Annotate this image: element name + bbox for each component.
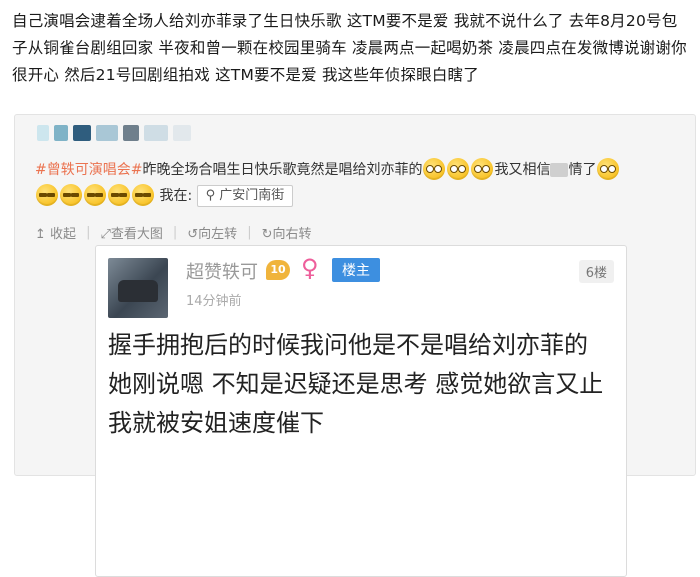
screenshot-card[interactable]: 超赞轶可 10 ♀ 楼主 6楼 14分钟前 握手拥抱后的时候我问他是不是唱给刘亦…: [95, 245, 627, 577]
floor-badge: 6楼: [578, 260, 614, 283]
blurred-text: [550, 163, 569, 177]
topic-link[interactable]: #曾轶可演唱会#: [35, 162, 142, 178]
blurred-username: [37, 125, 191, 141]
rotate-left-icon: ↺: [187, 227, 199, 242]
cry-emoji-icon: [60, 184, 82, 206]
rotate-right-button[interactable]: ↻向右转: [252, 223, 322, 242]
location-name: 广安门南街: [219, 188, 285, 203]
female-icon: ♀: [301, 254, 319, 282]
shocked-emoji-icon: [471, 158, 494, 180]
cry-emoji-icon: [36, 184, 58, 206]
post-time: 14分钟前: [186, 294, 242, 309]
repost-text: #曾轶可演唱会#昨晚全场合唱生日快乐歌竟然是唱给刘亦菲的 我又相信 情了 我在: ⚲…: [35, 157, 685, 209]
shocked-emoji-icon: [423, 158, 446, 180]
image-actions: ↥ 收起 | ⤢查看大图 | ↺向左转 | ↻向右转: [35, 223, 322, 242]
pin-icon: ⚲: [205, 188, 216, 203]
repost-box: #曾轶可演唱会#昨晚全场合唱生日快乐歌竟然是唱给刘亦菲的 我又相信 情了 我在: ⚲…: [14, 114, 696, 577]
view-large-button[interactable]: ⤢查看大图: [90, 223, 172, 242]
cry-emoji-icon: [132, 184, 154, 206]
collapse-button[interactable]: ↥ 收起: [35, 223, 86, 242]
expand-icon: ⤢: [100, 227, 111, 242]
shocked-emoji-icon: [447, 158, 470, 180]
location-chip[interactable]: ⚲ 广安门南街: [196, 185, 294, 207]
owner-badge: 楼主: [332, 258, 380, 282]
cry-emoji-icon: [108, 184, 130, 206]
card-username[interactable]: 超赞轶可: [186, 258, 258, 284]
rotate-right-icon: ↻: [261, 227, 273, 242]
rotate-left-button[interactable]: ↺向左转: [177, 223, 247, 242]
repost-text-part1: 昨晚全场合唱生日快乐歌竟然是唱给刘亦菲的: [142, 162, 423, 178]
arrow-up-icon: ↥: [35, 227, 46, 242]
repost-text-part2: 我又相信: [494, 162, 551, 178]
cry-emoji-icon: [84, 184, 106, 206]
avatar[interactable]: [108, 258, 168, 318]
card-body-text: 握手拥抱后的时候我问他是不是唱给刘亦菲的 她刚说嗯 不知是迟疑还是思考 感觉她欲…: [108, 331, 604, 437]
post-text: 自己演唱会逮着全场人给刘亦菲录了生日快乐歌 这TM要不是爱 我就不说什么了 去年…: [12, 12, 687, 84]
smile-emoji-icon: [597, 158, 620, 180]
level-badge: 10: [266, 260, 290, 280]
location-label: 我在:: [159, 188, 193, 204]
repost-text-part3: 情了: [568, 162, 597, 178]
